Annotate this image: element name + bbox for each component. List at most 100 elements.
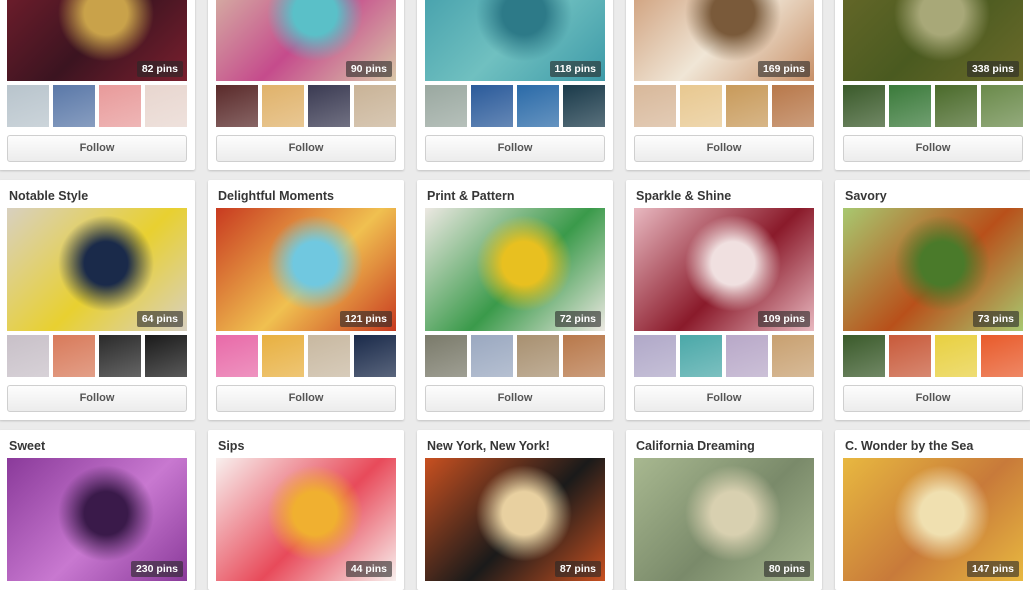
board-thumbnail[interactable] xyxy=(262,85,304,127)
pin-count-badge: 90 pins xyxy=(345,61,392,77)
board-thumbnail[interactable] xyxy=(726,85,768,127)
pin-count-badge: 73 pins xyxy=(972,311,1019,327)
board-thumbnail[interactable] xyxy=(262,335,304,377)
board-thumbnail[interactable] xyxy=(634,85,676,127)
follow-button[interactable]: Follow xyxy=(7,385,187,412)
board-thumbnail[interactable] xyxy=(634,335,676,377)
follow-button[interactable]: Follow xyxy=(843,135,1023,162)
board-cover-image[interactable]: 72 pins xyxy=(425,208,605,331)
board-thumbnail[interactable] xyxy=(680,85,722,127)
board-thumbnail[interactable] xyxy=(517,85,559,127)
pin-count-badge: 109 pins xyxy=(757,311,810,327)
pin-count-badge: 87 pins xyxy=(554,561,601,577)
follow-button[interactable]: Follow xyxy=(216,385,396,412)
board-thumbnail[interactable] xyxy=(563,335,605,377)
board-thumbnail[interactable] xyxy=(7,335,49,377)
board-thumbnail[interactable] xyxy=(772,335,814,377)
board-card[interactable]: 338 pins Follow xyxy=(835,0,1030,170)
board-thumbnail[interactable] xyxy=(471,335,513,377)
follow-button[interactable]: Follow xyxy=(634,135,814,162)
board-card[interactable]: New York, New York! 87 pins xyxy=(417,430,613,590)
board-cover-image[interactable]: 121 pins xyxy=(216,208,396,331)
board-cover-image[interactable]: 109 pins xyxy=(634,208,814,331)
follow-button[interactable]: Follow xyxy=(425,385,605,412)
board-thumbnail[interactable] xyxy=(772,85,814,127)
board-card[interactable]: 90 pins Follow xyxy=(208,0,404,170)
board-cover-image[interactable]: 90 pins xyxy=(216,0,396,81)
board-title[interactable]: Delightful Moments xyxy=(218,189,334,203)
board-thumbnail[interactable] xyxy=(843,85,885,127)
board-thumbnail[interactable] xyxy=(563,85,605,127)
board-card[interactable]: Delightful Moments 121 pins Follow xyxy=(208,180,404,420)
board-cover-image[interactable]: 64 pins xyxy=(7,208,187,331)
board-thumbnail[interactable] xyxy=(680,335,722,377)
board-cover-image[interactable]: 338 pins xyxy=(843,0,1023,81)
board-thumbnail[interactable] xyxy=(471,85,513,127)
board-thumbnail[interactable] xyxy=(981,85,1023,127)
board-card[interactable]: Print & Pattern 72 pins Follow xyxy=(417,180,613,420)
board-thumbnail[interactable] xyxy=(935,335,977,377)
board-cover-image[interactable]: 44 pins xyxy=(216,458,396,581)
board-card[interactable]: C. Wonder by the Sea 147 pins xyxy=(835,430,1030,590)
board-thumbnail[interactable] xyxy=(7,85,49,127)
board-thumbnail[interactable] xyxy=(145,335,187,377)
board-thumbnail[interactable] xyxy=(354,85,396,127)
board-thumbnail[interactable] xyxy=(53,335,95,377)
board-thumbnail[interactable] xyxy=(216,85,258,127)
board-card[interactable]: Sparkle & Shine 109 pins Follow xyxy=(626,180,822,420)
board-thumbnail[interactable] xyxy=(935,85,977,127)
board-cover-image[interactable]: 82 pins xyxy=(7,0,187,81)
board-title[interactable]: Sips xyxy=(218,439,244,453)
pin-count-badge: 121 pins xyxy=(339,311,392,327)
pin-count-badge: 64 pins xyxy=(136,311,183,327)
board-title[interactable]: Sweet xyxy=(9,439,45,453)
follow-button[interactable]: Follow xyxy=(634,385,814,412)
board-thumbnail[interactable] xyxy=(308,85,350,127)
board-thumbnail[interactable] xyxy=(726,335,768,377)
board-thumbnail[interactable] xyxy=(981,335,1023,377)
board-title[interactable]: New York, New York! xyxy=(427,439,550,453)
board-title[interactable]: Savory xyxy=(845,189,887,203)
board-cover-image[interactable]: 73 pins xyxy=(843,208,1023,331)
board-thumbnail[interactable] xyxy=(843,335,885,377)
board-card[interactable]: 118 pins Follow xyxy=(417,0,613,170)
board-cover-image[interactable]: 80 pins xyxy=(634,458,814,581)
board-title[interactable]: Print & Pattern xyxy=(427,189,515,203)
board-card[interactable]: 82 pins Follow xyxy=(0,0,195,170)
board-card[interactable]: Sips 44 pins xyxy=(208,430,404,590)
board-cover-image[interactable]: 118 pins xyxy=(425,0,605,81)
board-thumbnail[interactable] xyxy=(517,335,559,377)
board-thumbnail[interactable] xyxy=(216,335,258,377)
board-cover-image[interactable]: 147 pins xyxy=(843,458,1023,581)
board-thumbnail[interactable] xyxy=(425,335,467,377)
board-thumbnail[interactable] xyxy=(425,85,467,127)
board-thumbnail[interactable] xyxy=(889,335,931,377)
board-thumbnail[interactable] xyxy=(53,85,95,127)
board-card[interactable]: Sweet 230 pins xyxy=(0,430,195,590)
pin-count-badge: 338 pins xyxy=(966,61,1019,77)
board-card[interactable]: Savory 73 pins Follow xyxy=(835,180,1030,420)
follow-button[interactable]: Follow xyxy=(843,385,1023,412)
board-thumbnail[interactable] xyxy=(889,85,931,127)
follow-button[interactable]: Follow xyxy=(425,135,605,162)
board-cover-image[interactable]: 87 pins xyxy=(425,458,605,581)
follow-button[interactable]: Follow xyxy=(216,135,396,162)
board-title[interactable]: California Dreaming xyxy=(636,439,755,453)
board-thumbnail[interactable] xyxy=(99,335,141,377)
board-thumbnail[interactable] xyxy=(99,85,141,127)
board-card[interactable]: California Dreaming 80 pins xyxy=(626,430,822,590)
pin-count-badge: 118 pins xyxy=(549,61,601,77)
board-thumbnail[interactable] xyxy=(308,335,350,377)
board-card[interactable]: 169 pins Follow xyxy=(626,0,822,170)
board-title[interactable]: Sparkle & Shine xyxy=(636,189,731,203)
follow-button[interactable]: Follow xyxy=(7,135,187,162)
pin-count-badge: 80 pins xyxy=(763,561,810,577)
board-card[interactable]: Notable Style 64 pins Follow xyxy=(0,180,195,420)
board-cover-image[interactable]: 230 pins xyxy=(7,458,187,581)
board-title[interactable]: Notable Style xyxy=(9,189,88,203)
board-title[interactable]: C. Wonder by the Sea xyxy=(845,439,973,453)
board-thumbnail[interactable] xyxy=(145,85,187,127)
board-thumbnail[interactable] xyxy=(354,335,396,377)
board-cover-image[interactable]: 169 pins xyxy=(634,0,814,81)
pin-count-badge: 72 pins xyxy=(554,311,601,327)
